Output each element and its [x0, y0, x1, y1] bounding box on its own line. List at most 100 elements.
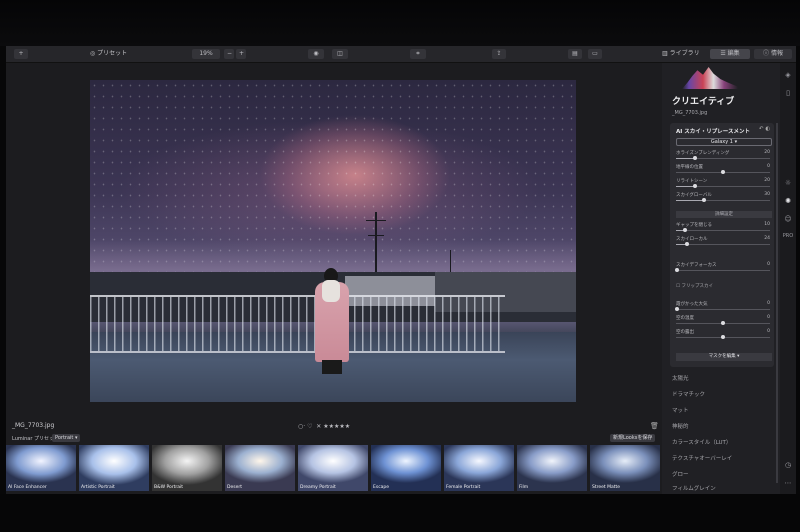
slider-sky-exposure[interactable]: 空の露出 0 — [676, 329, 770, 341]
trash-icon[interactable]: 🗑 — [650, 422, 659, 430]
slider-label: スカイローカル — [676, 237, 708, 242]
section-color-style-lut[interactable]: カラースタイル（LUT） — [672, 438, 731, 446]
slider-knob[interactable] — [683, 228, 687, 232]
clock-icon[interactable]: ◷ — [782, 461, 794, 469]
preset-thumbnail[interactable]: Female Portrait — [444, 445, 514, 491]
slider-sky-local[interactable]: スカイローカル 24 — [676, 236, 770, 248]
info-tab[interactable]: ⓘ 情報 — [754, 49, 792, 59]
add-button[interactable]: + — [14, 49, 28, 59]
slider-knob[interactable] — [693, 156, 697, 160]
slider-knob[interactable] — [702, 198, 706, 202]
preset-thumbnail[interactable]: B&W Portrait — [152, 445, 222, 491]
slider-close-gaps[interactable]: ギャップを閉じる 10 — [676, 222, 770, 234]
slider-value: 10 — [764, 222, 770, 227]
reject-icon[interactable]: ✕ — [316, 423, 321, 430]
preset-category-dropdown[interactable]: Portrait ▾ — [52, 434, 81, 442]
section-matte[interactable]: マット — [672, 406, 689, 414]
section-glow[interactable]: グロー — [672, 470, 689, 478]
edit-mask-button[interactable]: マスクを編集 ▾ — [676, 353, 772, 361]
info-icon: ⓘ — [763, 50, 771, 57]
pro-icon[interactable]: PRO — [782, 233, 794, 239]
slider-value: 0 — [767, 329, 770, 334]
flip-sky-checkbox[interactable]: ☐ フリップスカイ — [676, 283, 713, 289]
luminar-window: + ◎ プリセット 19% − + ◉ ◫ ⌗ ⇪ ▤ ▭ ▥ ライブラリ ☰ … — [6, 46, 796, 494]
slider-knob[interactable] — [675, 307, 679, 311]
slider-label: スカイグローバル — [676, 193, 712, 198]
slider-horizon-position[interactable]: 地平線の位置 0 — [676, 164, 770, 176]
slider-value: 20 — [764, 150, 770, 155]
crop-icon[interactable]: ⌗ — [410, 49, 426, 59]
main-photo-canvas[interactable] — [90, 80, 576, 402]
star-rating[interactable]: ★★★★★ — [323, 423, 350, 430]
share-icon[interactable]: ⇪ — [492, 49, 506, 59]
slider-sky-temperature[interactable]: 空の温度 0 — [676, 315, 770, 327]
preset-thumbnail[interactable]: AI Face Enhancer — [6, 445, 76, 491]
zoom-in-button[interactable]: + — [236, 49, 246, 59]
person-scarf — [322, 280, 340, 302]
slider-knob[interactable] — [693, 184, 697, 188]
library-icon: ▥ — [662, 50, 670, 57]
slider-label: スカイデフォーカス — [676, 263, 717, 268]
preset-thumbnail[interactable]: Escape — [371, 445, 441, 491]
section-dramatic[interactable]: ドラマチック — [672, 390, 705, 398]
slider-knob[interactable] — [721, 321, 725, 325]
slider-value: 30 — [764, 192, 770, 197]
heart-icon[interactable]: ♡ — [307, 423, 312, 430]
presets-button[interactable]: ◎ プリセット — [90, 49, 127, 59]
tool-reset-toggle-icons[interactable]: ↶ ◐ — [759, 126, 770, 132]
face-icon[interactable]: ☺ — [782, 215, 794, 223]
single-view-icon[interactable]: ▭ — [588, 49, 602, 59]
tool-title[interactable]: AI スカイ・リプレースメント — [676, 127, 750, 135]
checkbox-label: フリップスカイ — [681, 284, 713, 289]
sliders-icon[interactable]: ▯ — [782, 89, 794, 97]
flag-icon[interactable]: ○ — [298, 423, 303, 430]
panel-title: クリエイティブ — [672, 97, 735, 107]
slider-sky-defocus[interactable]: スカイデフォーカス 0 — [675, 262, 770, 274]
preset-thumbnail[interactable]: Film — [517, 445, 587, 491]
palette-icon[interactable]: ✺ — [782, 197, 794, 205]
slider-sky-global[interactable]: スカイグローバル 30 — [676, 192, 770, 204]
eye-icon[interactable]: ◉ — [308, 49, 324, 59]
edit-icon: ☰ — [720, 50, 728, 57]
preset-thumbnail[interactable]: Dreamy Portrait — [298, 445, 368, 491]
sun-icon[interactable]: ☼ — [782, 179, 794, 187]
slider-knob[interactable] — [675, 268, 679, 272]
slider-atmospheric-haze[interactable]: 霞がかった大気 0 — [675, 301, 770, 313]
slider-relight-scene[interactable]: リライトシーン 20 — [676, 178, 770, 190]
advanced-settings-button[interactable]: 詳細設定 — [676, 211, 772, 218]
preset-thumbnail[interactable]: Street Matte — [590, 445, 660, 491]
sky-replacement-tool: AI スカイ・リプレースメント ↶ ◐ Galaxy 1 ▾ ホライズンブレンデ… — [670, 123, 774, 367]
zoom-select[interactable]: 19% — [192, 49, 220, 59]
more-icon[interactable]: ⋯ — [782, 479, 794, 487]
save-looks-button[interactable]: 新規Looksを保存 — [610, 434, 656, 442]
grid-view-icon[interactable]: ▤ — [568, 49, 582, 59]
sky-select-dropdown[interactable]: Galaxy 1 ▾ — [676, 138, 772, 146]
section-mystical[interactable]: 神秘的 — [672, 422, 689, 430]
presets-label: プリセット — [97, 50, 128, 57]
slider-horizon-blending[interactable]: ホライズンブレンディング 20 — [676, 150, 770, 162]
slider-track — [676, 230, 770, 231]
section-texture-overlay[interactable]: テクスチャオーバーレイ — [672, 454, 732, 462]
edit-tab[interactable]: ☰ 編集 — [710, 49, 750, 59]
zoom-out-button[interactable]: − — [224, 49, 234, 59]
layers-icon[interactable]: ◈ — [782, 71, 794, 79]
section-film-grain[interactable]: フィルムグレイン — [672, 484, 716, 492]
slider-knob[interactable] — [721, 335, 725, 339]
slider-value: 0 — [767, 164, 770, 169]
slider-knob[interactable] — [721, 170, 725, 174]
panel-scrollbar[interactable] — [776, 123, 778, 483]
compare-icon[interactable]: ◫ — [332, 49, 348, 59]
preset-name: Dreamy Portrait — [300, 485, 336, 490]
slider-value: 0 — [767, 315, 770, 320]
panel-filename: _MG_7703.jpg — [672, 110, 708, 116]
section-sunrays[interactable]: 太陽光 — [672, 374, 689, 382]
preset-name: B&W Portrait — [154, 485, 184, 490]
slider-track — [676, 244, 770, 245]
library-tab[interactable]: ▥ ライブラリ — [662, 49, 700, 59]
preset-thumbnail[interactable]: Artistic Portrait — [79, 445, 149, 491]
histogram — [682, 67, 752, 89]
slider-knob[interactable] — [685, 242, 689, 246]
railing — [90, 295, 505, 353]
preset-thumbnail[interactable]: Desert — [225, 445, 295, 491]
tv-antenna-bar — [366, 220, 386, 221]
